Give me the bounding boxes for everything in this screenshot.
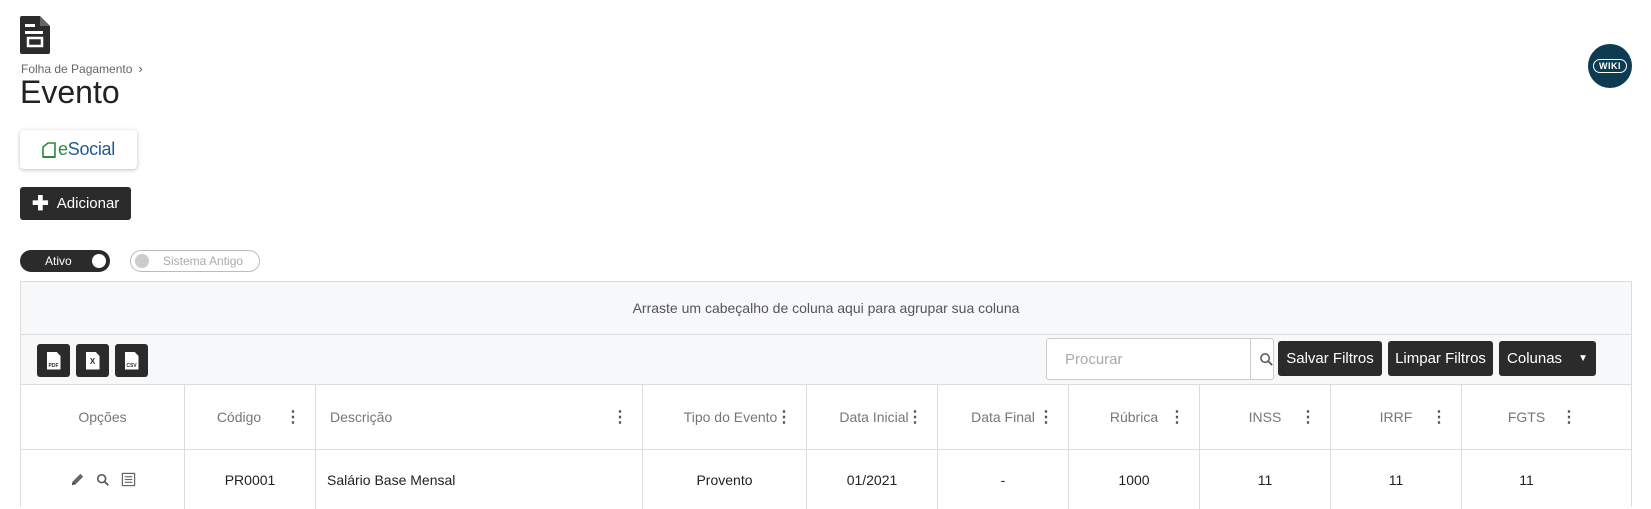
column-menu-icon[interactable]: ⋮ [285, 407, 301, 427]
esocial-button[interactable]: eSocial [20, 130, 137, 169]
esocial-prefix: e [58, 139, 68, 159]
cell-irrf: 11 [1331, 450, 1462, 509]
cell-inss: 11 [1200, 450, 1331, 509]
export-pdf-button[interactable]: PDF [37, 344, 70, 377]
column-menu-icon[interactable]: ⋮ [1561, 407, 1577, 427]
edit-pencil-icon[interactable] [70, 472, 85, 487]
legacy-toggle-label: Sistema Antigo [163, 254, 244, 268]
esocial-label: Social [67, 139, 116, 159]
toggle-knob [92, 254, 106, 268]
column-header-descricao[interactable]: Descrição ⋮ [316, 385, 643, 449]
column-header-fgts[interactable]: FGTS ⋮ [1462, 385, 1591, 449]
column-header-data-final[interactable]: Data Final ⋮ [938, 385, 1069, 449]
cell-tipo-evento: Provento [643, 450, 807, 509]
search-input[interactable] [1063, 350, 1242, 369]
active-toggle[interactable]: Ativo [20, 250, 110, 272]
column-header-irrf[interactable]: IRRF ⋮ [1331, 385, 1462, 449]
excel-file-icon: X [85, 351, 100, 370]
column-menu-icon[interactable]: ⋮ [907, 407, 923, 427]
column-menu-icon[interactable]: ⋮ [612, 407, 628, 427]
details-list-icon[interactable] [121, 472, 136, 487]
save-filters-button[interactable]: Salvar Filtros [1278, 341, 1382, 376]
column-menu-icon[interactable]: ⋮ [1431, 407, 1447, 427]
row-options-cell [21, 450, 185, 509]
wiki-label: WIKI [1593, 59, 1627, 73]
columns-dropdown-button[interactable]: Colunas ▼ [1499, 341, 1596, 376]
payroll-document-icon [20, 16, 50, 54]
group-panel[interactable]: Arraste um cabeçalho de coluna aqui para… [21, 282, 1631, 335]
chevron-right-icon: › [138, 61, 143, 76]
esocial-logo-icon [42, 141, 56, 158]
cell-rubrica: 1000 [1069, 450, 1200, 509]
column-header-opcoes: Opções [21, 385, 185, 449]
search-box [1046, 338, 1274, 380]
csv-file-icon: CSV [124, 351, 139, 370]
search-icon[interactable] [1259, 352, 1274, 367]
cell-descricao: Salário Base Mensal [316, 450, 643, 509]
cell-data-final: - [938, 450, 1069, 509]
column-menu-icon[interactable]: ⋮ [1300, 407, 1316, 427]
column-header-inss[interactable]: INSS ⋮ [1200, 385, 1331, 449]
view-search-icon[interactable] [96, 473, 110, 487]
active-toggle-label: Ativo [45, 254, 72, 268]
toggle-knob [135, 254, 149, 268]
legacy-system-toggle[interactable]: Sistema Antigo [130, 250, 260, 272]
column-menu-icon[interactable]: ⋮ [1169, 407, 1185, 427]
export-excel-button[interactable]: X [76, 344, 109, 377]
data-grid: Arraste um cabeçalho de coluna aqui para… [20, 281, 1632, 509]
column-header-rubrica[interactable]: Rúbrica ⋮ [1069, 385, 1200, 449]
column-header-tipo-evento[interactable]: Tipo do Evento ⋮ [643, 385, 807, 449]
grid-toolbar: PDF X CSV Salvar Filtros Limpar Filtros … [21, 335, 1631, 385]
group-panel-text: Arraste um cabeçalho de coluna aqui para… [632, 300, 1020, 316]
column-menu-icon[interactable]: ⋮ [776, 407, 792, 427]
cell-fgts: 11 [1519, 471, 1534, 488]
wiki-button[interactable]: WIKI [1588, 44, 1632, 88]
columns-button-label: Colunas [1507, 350, 1563, 367]
table-row[interactable]: PR0001 Salário Base Mensal Provento 01/2… [21, 450, 1631, 509]
caret-down-icon: ▼ [1578, 353, 1588, 364]
pdf-file-icon: PDF [46, 351, 61, 370]
cell-data-inicial: 01/2021 [807, 450, 938, 509]
add-button[interactable]: ✚ Adicionar [20, 187, 131, 220]
plus-icon: ✚ [32, 192, 49, 215]
page-title: Evento [20, 74, 120, 110]
column-header-data-inicial[interactable]: Data Inicial ⋮ [807, 385, 938, 449]
column-header-codigo[interactable]: Código ⋮ [185, 385, 316, 449]
add-button-label: Adicionar [56, 195, 120, 212]
clear-filters-button[interactable]: Limpar Filtros [1388, 341, 1493, 376]
cell-codigo: PR0001 [185, 450, 316, 509]
column-menu-icon[interactable]: ⋮ [1038, 407, 1054, 427]
grid-header-row: Opções Código ⋮ Descrição ⋮ Tipo do Even… [21, 385, 1631, 450]
export-csv-button[interactable]: CSV [115, 344, 148, 377]
